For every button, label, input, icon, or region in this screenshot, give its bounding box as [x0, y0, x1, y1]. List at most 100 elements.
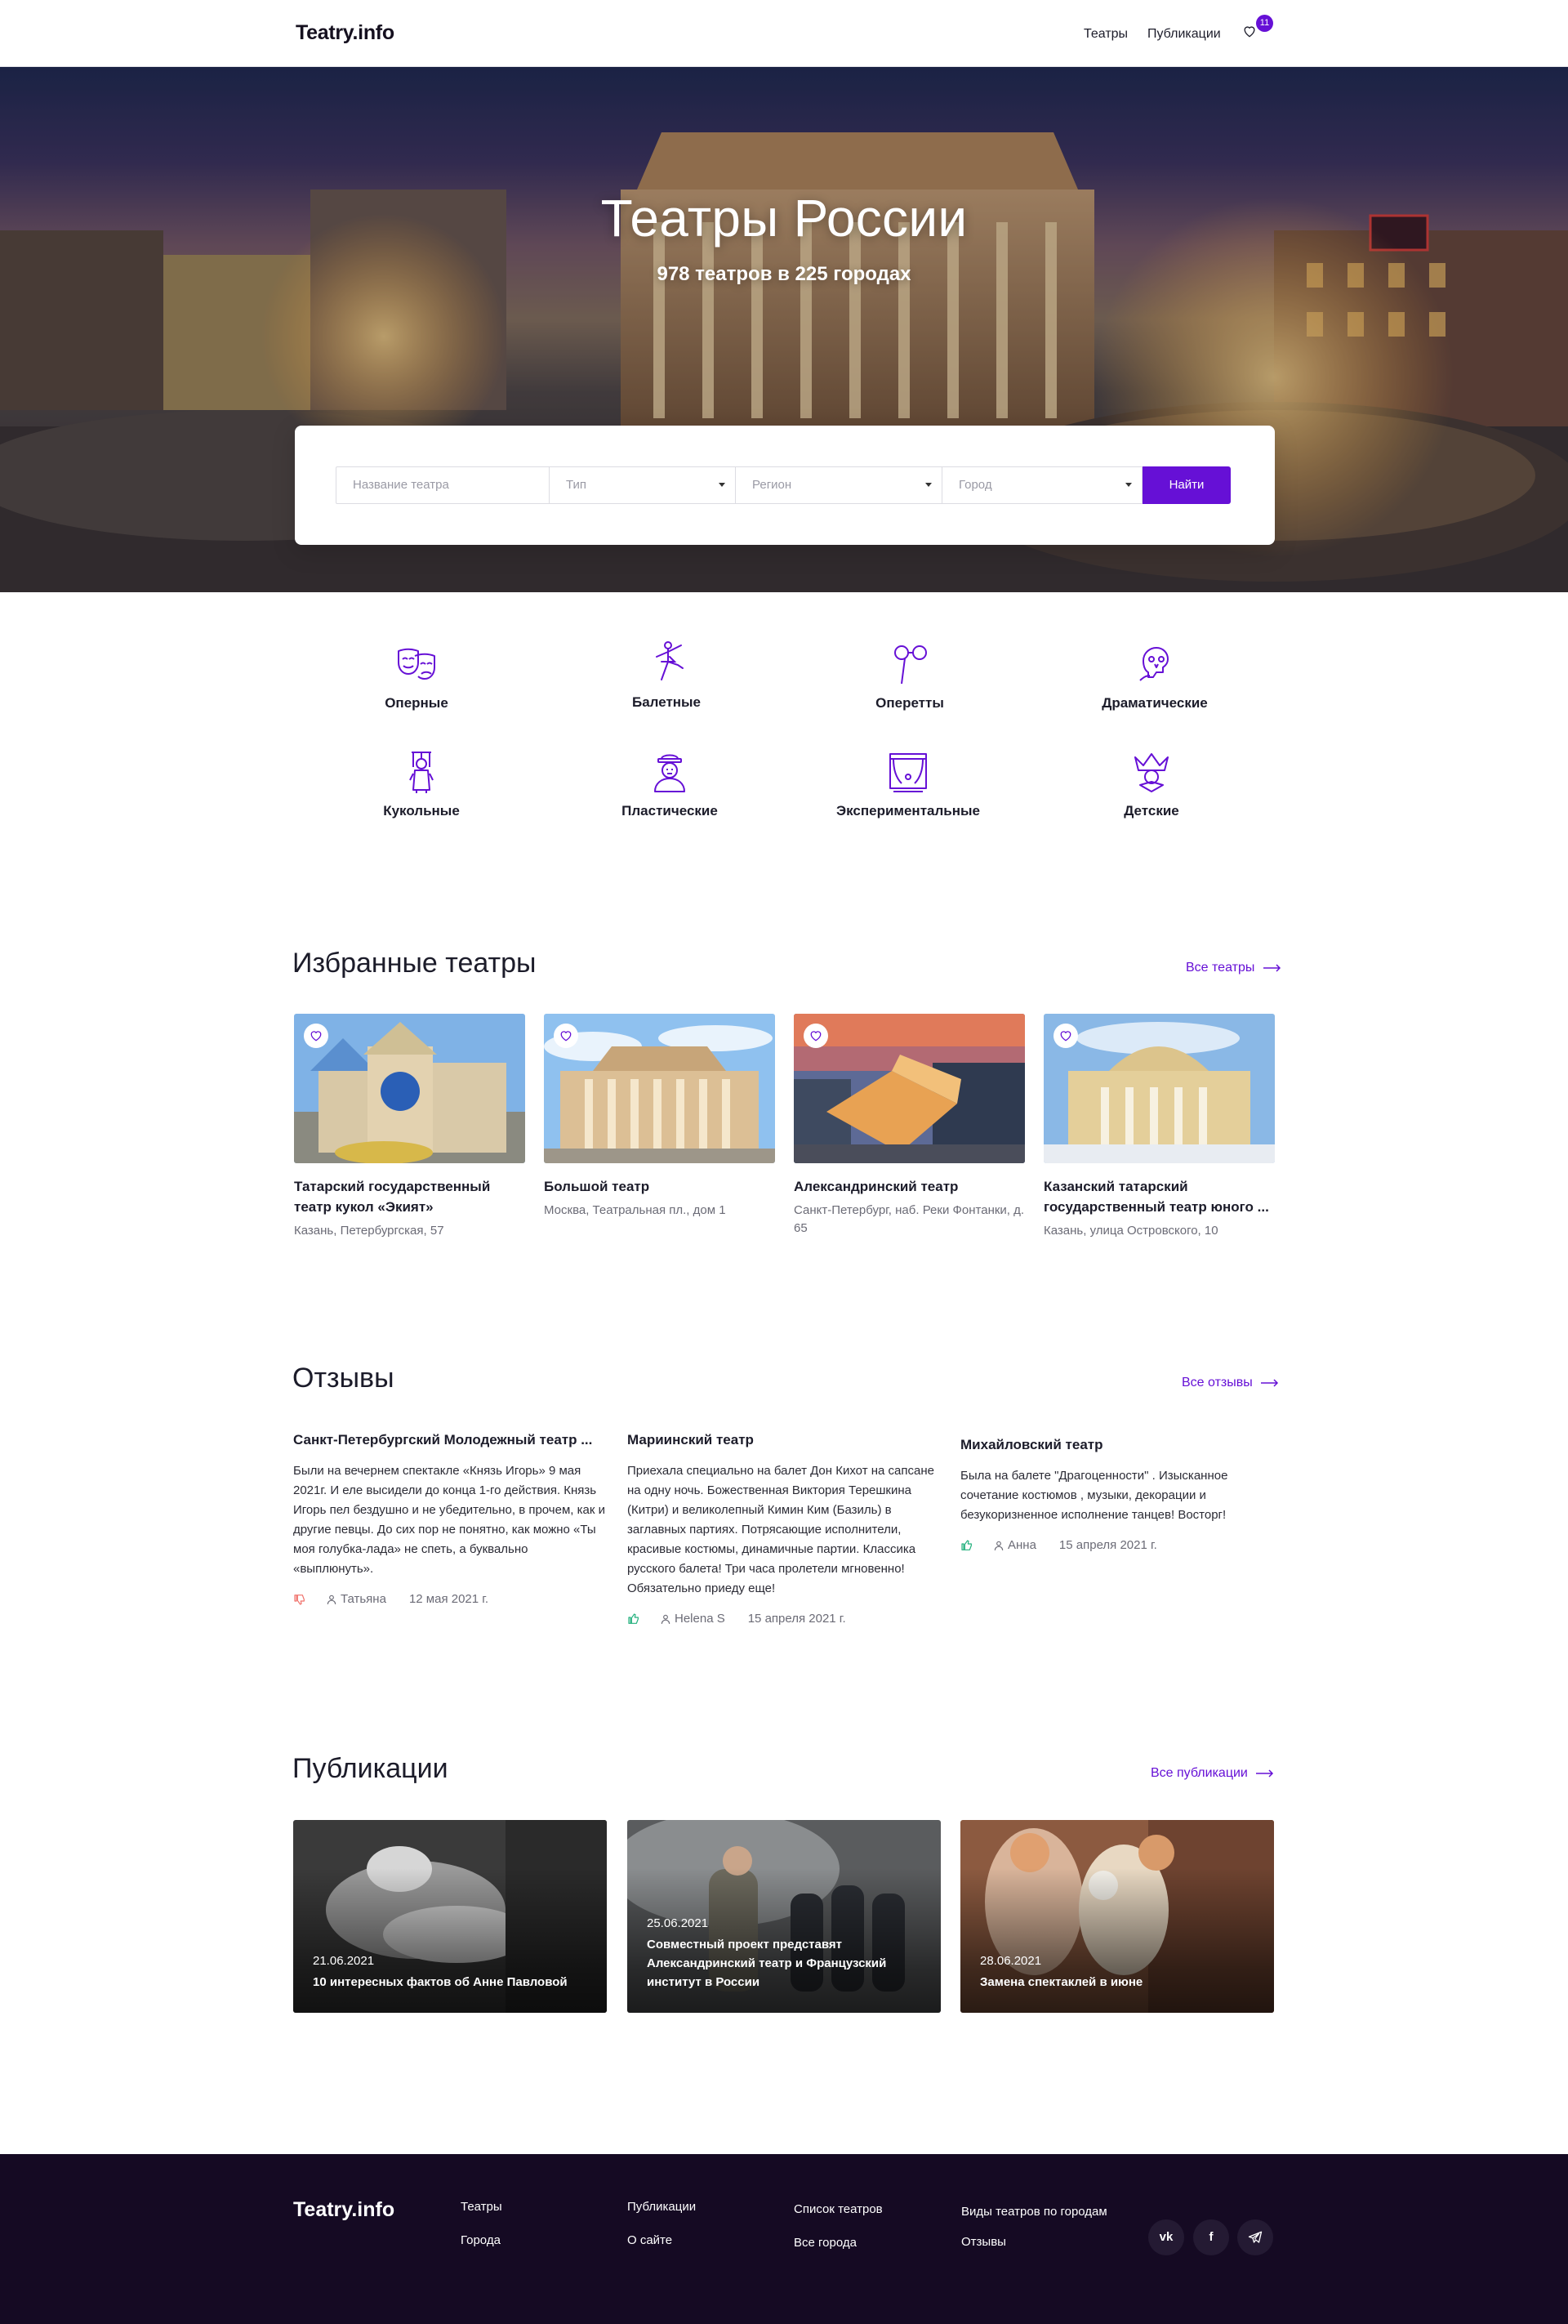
publication-info: 21.06.2021 10 интересных фактов об Анне … [313, 1954, 587, 1992]
favorite-toggle[interactable] [554, 1024, 578, 1048]
featured-title: Избранные театры [292, 948, 537, 979]
category-drama[interactable]: Драматические [1057, 641, 1253, 711]
category-label: Экспериментальные [836, 803, 980, 819]
theatre-address: Казань, Петербургская, 57 [294, 1224, 444, 1238]
theatre-address: Москва, Театральная пл., дом 1 [544, 1203, 726, 1217]
heart-icon [310, 1031, 322, 1042]
footer-link-all-cities[interactable]: Все города [794, 2236, 857, 2250]
mime-icon [654, 754, 685, 792]
review-card: Михайловский театр Была на балете "Драго… [960, 1437, 1274, 1552]
theatre-name: Татарский государственный театр кукол «Э… [294, 1179, 491, 1215]
vk-icon: vk [1159, 2230, 1174, 2244]
footer-link-publications[interactable]: Публикации [627, 2200, 696, 2214]
nav-link-publications[interactable]: Публикации [1147, 27, 1221, 42]
theatre-name: Большой театр [544, 1179, 650, 1194]
region-select[interactable]: Регион [735, 466, 942, 504]
footer-link-theatres[interactable]: Театры [461, 2200, 502, 2214]
category-label: Оперные [385, 695, 448, 711]
city-select[interactable]: Город [942, 466, 1143, 504]
category-plastic[interactable]: Пластические [572, 749, 768, 819]
all-theatres-label: Все театры [1186, 961, 1255, 975]
facebook-button[interactable]: f [1193, 2219, 1229, 2255]
category-children[interactable]: Детские [1054, 749, 1250, 819]
category-operetta[interactable]: Оперетты [812, 641, 1008, 711]
arrow-right-icon [1263, 964, 1281, 972]
opera-glasses-icon [894, 645, 927, 685]
footer-link-about[interactable]: О сайте [627, 2233, 672, 2247]
all-reviews-label: Все отзывы [1182, 1376, 1253, 1389]
hero-title: Театры России [600, 189, 968, 248]
category-label: Оперетты [875, 695, 944, 711]
vk-button[interactable]: vk [1148, 2219, 1184, 2255]
category-ballet[interactable]: Балетные [568, 637, 764, 711]
caret-down-icon [925, 483, 932, 487]
masks-icon [398, 648, 435, 680]
favorite-toggle[interactable] [1054, 1024, 1078, 1048]
theatre-name-input[interactable]: Название театра [336, 466, 550, 504]
puppet-icon [409, 752, 434, 793]
nav-link-theatres[interactable]: Театры [1084, 27, 1128, 42]
review-meta: Анна 15 апреля 2021 г. [960, 1538, 1274, 1552]
favorite-toggle[interactable] [804, 1024, 828, 1048]
publication-title: Совместный проект представят Александрин… [647, 1938, 887, 1989]
publication-date: 28.06.2021 [980, 1954, 1042, 1968]
all-publications-label: Все публикации [1151, 1766, 1248, 1780]
review-theatre-name[interactable]: Санкт-Петербургский Молодежный театр ... [293, 1432, 607, 1448]
telegram-button[interactable] [1237, 2219, 1273, 2255]
publications-title: Публикации [292, 1753, 448, 1784]
publication-info: 28.06.2021 Замена спектаклей в июне [980, 1954, 1254, 1992]
all-reviews-link[interactable]: Все отзывы [1182, 1376, 1279, 1390]
theatre-photo [294, 1014, 525, 1163]
all-theatres-link[interactable]: Все театры [1186, 961, 1281, 975]
category-opera[interactable]: Оперные [318, 641, 514, 711]
region-select-label: Регион [752, 478, 792, 492]
search-form: Название театра Тип Регион Город Найти [295, 426, 1275, 545]
hero-section: Театры России 978 театров в 225 городах … [0, 67, 1568, 592]
thumbs-down-icon [294, 1594, 305, 1605]
review-text: Приехала специально на балет Дон Кихот н… [627, 1464, 934, 1595]
review-card: Мариинский театр Приехала специально на … [627, 1432, 941, 1626]
facebook-icon: f [1209, 2230, 1214, 2244]
theatre-card[interactable]: Александринский театр Санкт-Петербург, н… [794, 1014, 1025, 1238]
theatre-name: Александринский театр [794, 1179, 959, 1194]
review-theatre-name[interactable]: Мариинский театр [627, 1432, 941, 1448]
category-label: Драматические [1102, 695, 1208, 711]
telegram-icon [1248, 2231, 1263, 2243]
theatre-card[interactable]: Казанский татарский государственный теат… [1044, 1014, 1275, 1240]
favorites-count-badge: 11 [1256, 15, 1273, 32]
arrow-right-icon [1256, 1769, 1274, 1778]
user-icon [994, 1541, 1004, 1550]
review-theatre-name[interactable]: Михайловский театр [960, 1437, 1274, 1453]
stage-icon [889, 753, 927, 792]
site-footer: Teatry.info Театры Города Публикации О с… [0, 2154, 1568, 2324]
theatre-card[interactable]: Татарский государственный театр кукол «Э… [294, 1014, 525, 1240]
review-meta: Татьяна 12 мая 2021 г. [293, 1592, 607, 1606]
publication-card[interactable]: 21.06.2021 10 интересных фактов об Анне … [293, 1820, 607, 2013]
favorite-toggle[interactable] [304, 1024, 328, 1048]
publication-title: 10 интересных фактов об Анне Павловой [313, 1975, 568, 1989]
type-select[interactable]: Тип [549, 466, 736, 504]
theatre-card[interactable]: Большой театр Москва, Театральная пл., д… [544, 1014, 775, 1220]
review-meta: Helena S 15 апреля 2021 г. [627, 1612, 941, 1626]
footer-link-reviews[interactable]: Отзывы [961, 2235, 1006, 2249]
category-label: Балетные [631, 694, 702, 710]
publication-title: Замена спектаклей в июне [980, 1975, 1143, 1989]
category-puppet[interactable]: Кукольные [323, 749, 519, 819]
search-button[interactable]: Найти [1143, 466, 1231, 504]
footer-link-cities[interactable]: Города [461, 2233, 501, 2247]
footer-link-types-by-city[interactable]: Виды театров по городам [961, 2205, 1107, 2219]
footer-logo[interactable]: Teatry.info [293, 2198, 394, 2222]
publication-card[interactable]: 25.06.2021 Совместный проект представят … [627, 1820, 941, 2013]
review-card: Санкт-Петербургский Молодежный театр ...… [293, 1432, 607, 1606]
category-label: Детские [1124, 803, 1179, 819]
site-header: Teatry.info Театры Публикации 11 [0, 0, 1568, 67]
publication-card[interactable]: 28.06.2021 Замена спектаклей в июне [960, 1820, 1274, 2013]
all-publications-link[interactable]: Все публикации [1151, 1766, 1274, 1781]
type-select-label: Тип [566, 478, 587, 492]
category-experimental[interactable]: Экспериментальные [810, 749, 1006, 819]
footer-link-theatre-list[interactable]: Список театров [794, 2202, 883, 2216]
theatre-address: Казань, улица Островского, 10 [1044, 1224, 1218, 1238]
review-date: 15 апреля 2021 г. [747, 1612, 846, 1626]
site-logo[interactable]: Teatry.info [296, 21, 394, 45]
theatre-address: Санкт-Петербург, наб. Реки Фонтанки, д. … [794, 1203, 1025, 1235]
